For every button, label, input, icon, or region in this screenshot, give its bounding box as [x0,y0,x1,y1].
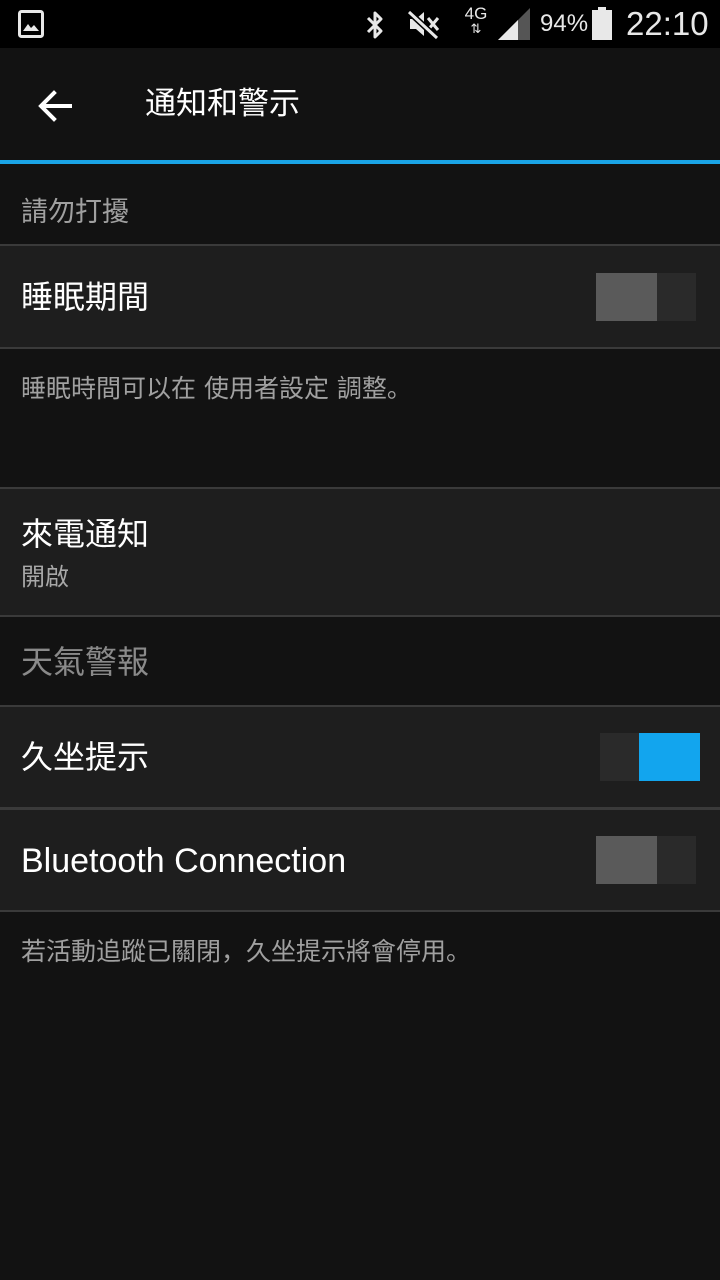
setting-label: 來電通知 [21,515,150,553]
toggle-thumb [596,273,657,321]
toggle-thumb [596,836,657,884]
setting-row-weather-alert: 天氣警報 [0,617,720,705]
data-activity-icon: ⇅ [470,21,482,36]
back-button[interactable] [28,78,84,134]
setting-label: 睡眠期間 [21,278,150,316]
section-header-dnd: 請勿打擾 [0,164,720,245]
signal-strength-icon [498,8,530,40]
section-header-label: 請勿打擾 [21,197,129,228]
sound-muted-icon [406,9,440,40]
move-alert-info-text: 若活動追蹤已關閉，久坐提示將會停用。 [21,937,472,966]
setting-label: 久坐提示 [21,738,150,776]
setting-value: 開啟 [21,563,69,591]
network-type-indicator: 4G ⇅ [460,5,492,35]
bluetooth-icon [366,11,383,39]
status-bar: 4G ⇅ 94% 22:10 [0,0,720,48]
setting-row-move-alert[interactable]: 久坐提示 [0,707,720,807]
bluetooth-connection-toggle[interactable] [596,836,696,884]
clock: 22:10 [626,5,709,42]
move-alert-info: 若活動追蹤已關閉，久坐提示將會停用。 [0,912,720,1032]
setting-row-sleep-period[interactable]: 睡眠期間 [0,246,720,347]
battery-percent: 94% [540,10,589,37]
setting-row-incoming-call[interactable]: 來電通知 開啟 [0,489,720,615]
sleep-info-text: 睡眠時間可以在 使用者設定 調整。 [21,374,412,403]
toggle-thumb [639,733,700,781]
arrow-left-icon [38,90,72,122]
move-alert-toggle[interactable] [600,733,700,781]
app-bar: 通知和警示 [0,48,720,160]
setting-row-bluetooth-connection[interactable]: Bluetooth Connection [0,810,720,910]
page-title: 通知和警示 [145,86,300,122]
setting-label: 天氣警報 [21,643,150,681]
sleep-info: 睡眠時間可以在 使用者設定 調整。 [0,349,720,487]
battery-icon [592,7,612,40]
setting-label: Bluetooth Connection [21,842,347,880]
sleep-period-toggle[interactable] [596,273,696,321]
gallery-notification-icon [18,10,44,38]
